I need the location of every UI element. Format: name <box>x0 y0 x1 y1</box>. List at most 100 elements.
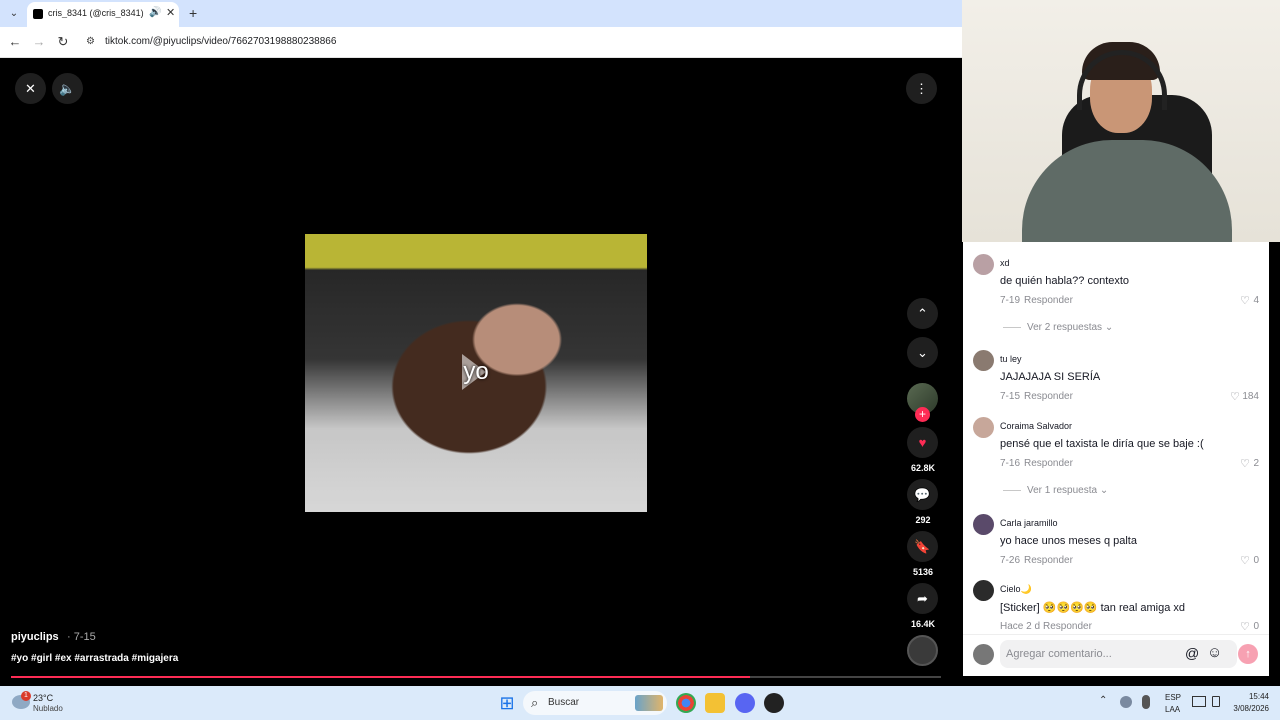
reply-button[interactable]: Responder <box>1024 458 1073 469</box>
weather-desc[interactable]: Nublado <box>33 704 63 713</box>
battery-icon[interactable] <box>1212 696 1220 707</box>
tiktok-favicon-icon <box>33 9 43 19</box>
video-player: ✕ 🔈 ⋮ yo ⌃ ⌄ + ♥ 62.8K 💬 292 🔖 5136 ➦ 16… <box>0 58 962 686</box>
bookmark-count: 5136 <box>912 567 934 577</box>
comment-username[interactable]: tu ley <box>1000 354 1022 364</box>
comment-date: 7-26 <box>1000 555 1021 566</box>
volume-icon[interactable]: 🔈 <box>52 73 83 104</box>
tab-close-icon[interactable]: ✕ <box>166 6 175 19</box>
app-icon[interactable] <box>764 693 784 713</box>
comment-avatar[interactable] <box>973 580 994 601</box>
webcam-overlay <box>962 0 1280 242</box>
comment-input[interactable] <box>1000 640 1237 668</box>
follow-button[interactable]: + <box>915 407 930 422</box>
browser-toolbar: ← → ↻ ⚙ tiktok.com/@piyuclips/video/7662… <box>0 27 962 58</box>
tab-audio-icon[interactable]: 🔊 <box>149 7 161 18</box>
reply-button[interactable]: Responder <box>1024 295 1073 306</box>
network-tray-icon[interactable] <box>1120 696 1132 708</box>
reply-button[interactable]: Responder <box>1043 621 1092 632</box>
comment-date: Hace 2 d <box>1000 621 1041 632</box>
tray-overflow-icon[interactable]: ⌃ <box>1099 695 1107 706</box>
comment-date: 7-15 <box>1000 391 1021 402</box>
comment-count: 292 <box>915 515 931 525</box>
more-options-icon[interactable]: ⋮ <box>906 73 937 104</box>
display-icon[interactable] <box>1192 696 1206 707</box>
comment-text: [Sticker] 🥺🥺🥺🥺 tan real amiga xd <box>1000 602 1186 614</box>
clock-time[interactable]: 15:44 <box>1225 692 1269 701</box>
comment-text: JAJAJAJA SI SERÍA <box>1000 371 1101 383</box>
comment-like-count: 2 <box>1253 458 1259 469</box>
music-disc-icon[interactable] <box>907 635 938 666</box>
taskbar: 1 23°C Nublado ⊞ ⌕ Buscar ⌃ ESP LAA 15:4… <box>0 686 1280 720</box>
comment-avatar[interactable] <box>973 254 994 275</box>
video-caption: yo <box>463 358 489 385</box>
comment-date: 7-19 <box>1000 295 1021 306</box>
video-progress-fill <box>11 676 751 678</box>
language-bottom[interactable]: LAA <box>1165 705 1180 714</box>
weather-temp[interactable]: 23°C <box>33 693 53 703</box>
tab-title: cris_8341 (@cris_8341) | Ti <box>48 8 146 18</box>
comment-like-count: 0 <box>1253 555 1259 566</box>
comment-like-icon[interactable]: ♡ <box>1240 554 1250 567</box>
file-explorer-icon[interactable] <box>705 693 725 713</box>
mention-icon[interactable]: @ <box>1185 645 1199 661</box>
comment-icon[interactable]: 💬 <box>907 479 938 510</box>
forward-button[interactable]: → <box>31 34 47 50</box>
back-button[interactable]: ← <box>7 34 23 50</box>
comment-like-count: 0 <box>1253 621 1259 632</box>
language-top[interactable]: ESP <box>1165 693 1181 702</box>
comment-text: de quién habla?? contexto <box>1000 275 1130 287</box>
comment-username[interactable]: Cielo🌙 <box>1000 584 1032 595</box>
clock-date[interactable]: 3/08/2026 <box>1225 704 1269 713</box>
author-name[interactable]: piyuclips <box>11 631 59 643</box>
comment-date: 7-16 <box>1000 458 1021 469</box>
comments-panel: xd de quién habla?? contexto 7-19 Respon… <box>963 242 1269 676</box>
reply-button[interactable]: Responder <box>1024 391 1073 402</box>
windows-start-icon[interactable]: ⊞ <box>497 693 517 713</box>
comment-avatar[interactable] <box>973 350 994 371</box>
comment-like-icon[interactable]: ♡ <box>1240 457 1250 470</box>
like-count: 62.8K <box>910 463 936 473</box>
tab-list-button[interactable]: ⌄ <box>6 6 22 22</box>
reload-button[interactable]: ↻ <box>55 34 71 50</box>
comment-like-icon[interactable]: ♡ <box>1240 294 1250 307</box>
comment-avatar[interactable] <box>973 417 994 438</box>
microphone-icon[interactable] <box>1142 695 1150 709</box>
send-comment-button[interactable]: ↑ <box>1238 644 1258 664</box>
video-frame[interactable]: yo <box>305 234 647 512</box>
next-video-button[interactable]: ⌄ <box>907 337 938 368</box>
comment-username[interactable]: xd <box>1000 258 1010 268</box>
hashtags[interactable]: #yo #girl #ex #arrastrada #migajera <box>11 653 178 664</box>
weather-badge: 1 <box>21 691 31 701</box>
comment-like-icon[interactable]: ♡ <box>1240 620 1250 633</box>
discord-icon[interactable] <box>735 693 755 713</box>
taskbar-search[interactable]: ⌕ Buscar <box>523 691 667 715</box>
comment-like-count: 4 <box>1253 295 1259 306</box>
comment-like-icon[interactable]: ♡ <box>1230 390 1240 403</box>
share-count: 16.4K <box>910 619 936 629</box>
browser-tab-bar: ⌄ cris_8341 (@cris_8341) | Ti 🔊 ✕ + <box>0 0 962 27</box>
active-tab[interactable]: cris_8341 (@cris_8341) | Ti 🔊 ✕ <box>27 2 179 27</box>
comment-username[interactable]: Coraima Salvador <box>1000 421 1072 431</box>
url-text[interactable]: tiktok.com/@piyuclips/video/766270319888… <box>105 36 336 47</box>
close-button[interactable]: ✕ <box>15 73 46 104</box>
previous-video-button[interactable]: ⌃ <box>907 298 938 329</box>
comment-like-count: 184 <box>1242 391 1259 402</box>
comment-avatar[interactable] <box>973 514 994 535</box>
like-heart-icon[interactable]: ♥ <box>907 427 938 458</box>
chrome-icon[interactable] <box>676 693 696 713</box>
view-replies-button[interactable]: Ver 1 respuesta ⌄ <box>1003 485 1108 496</box>
reply-button[interactable]: Responder <box>1024 555 1073 566</box>
video-progress-bar[interactable] <box>11 676 941 678</box>
search-label: Buscar <box>548 697 580 708</box>
search-icon: ⌕ <box>531 695 539 710</box>
share-icon[interactable]: ➦ <box>907 583 938 614</box>
comment-input-bar: @ ☺ ↑ <box>963 634 1269 676</box>
new-tab-button[interactable]: + <box>189 5 197 21</box>
address-bar[interactable]: ⚙ tiktok.com/@piyuclips/video/7662703198… <box>80 31 962 54</box>
comment-username[interactable]: Carla jaramillo <box>1000 518 1058 528</box>
bookmark-icon[interactable]: 🔖 <box>907 531 938 562</box>
site-info-icon[interactable]: ⚙ <box>86 36 95 47</box>
view-replies-button[interactable]: Ver 2 respuestas ⌄ <box>1003 322 1113 333</box>
emoji-icon[interactable]: ☺ <box>1207 644 1222 661</box>
